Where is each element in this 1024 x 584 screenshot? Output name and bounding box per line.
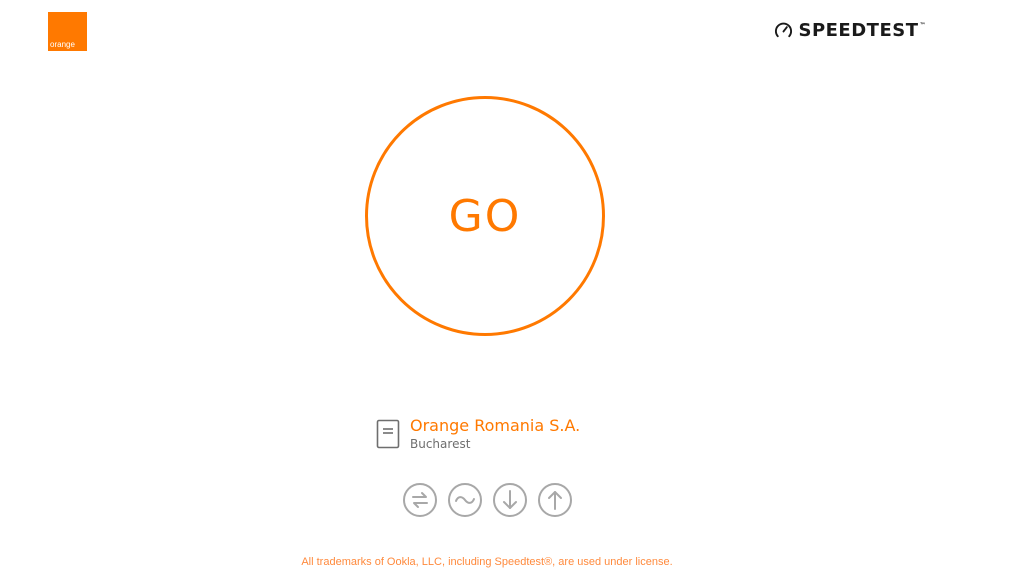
trademark-mark: ™ bbox=[919, 22, 926, 29]
go-label: GO bbox=[448, 190, 522, 242]
gauge-icon bbox=[775, 22, 793, 38]
upload-arrow-icon[interactable] bbox=[537, 482, 573, 518]
orange-logo[interactable]: orange bbox=[48, 12, 87, 51]
server-text: Orange Romania S.A. Bucharest bbox=[410, 416, 580, 452]
speedtest-brand[interactable]: SPEEDTEST™ bbox=[774, 20, 926, 41]
multi-connection-icon[interactable] bbox=[402, 482, 438, 518]
server-location: Bucharest bbox=[410, 437, 471, 451]
go-button[interactable]: GO bbox=[365, 96, 605, 336]
test-mode-icons bbox=[402, 482, 573, 518]
server-name[interactable]: Orange Romania S.A. bbox=[410, 416, 580, 436]
server-icon bbox=[376, 419, 400, 449]
brand-text: SPEEDTEST™ bbox=[798, 20, 926, 41]
server-info[interactable]: Orange Romania S.A. Bucharest bbox=[376, 416, 580, 452]
logo-text: orange bbox=[50, 40, 75, 49]
ping-wave-icon[interactable] bbox=[447, 482, 483, 518]
download-arrow-icon[interactable] bbox=[492, 482, 528, 518]
speedtest-page: orange SPEEDTEST™ GO Orange Romania S.A.… bbox=[0, 0, 1024, 584]
trademark-footer: All trademarks of Ookla, LLC, including … bbox=[301, 556, 673, 568]
